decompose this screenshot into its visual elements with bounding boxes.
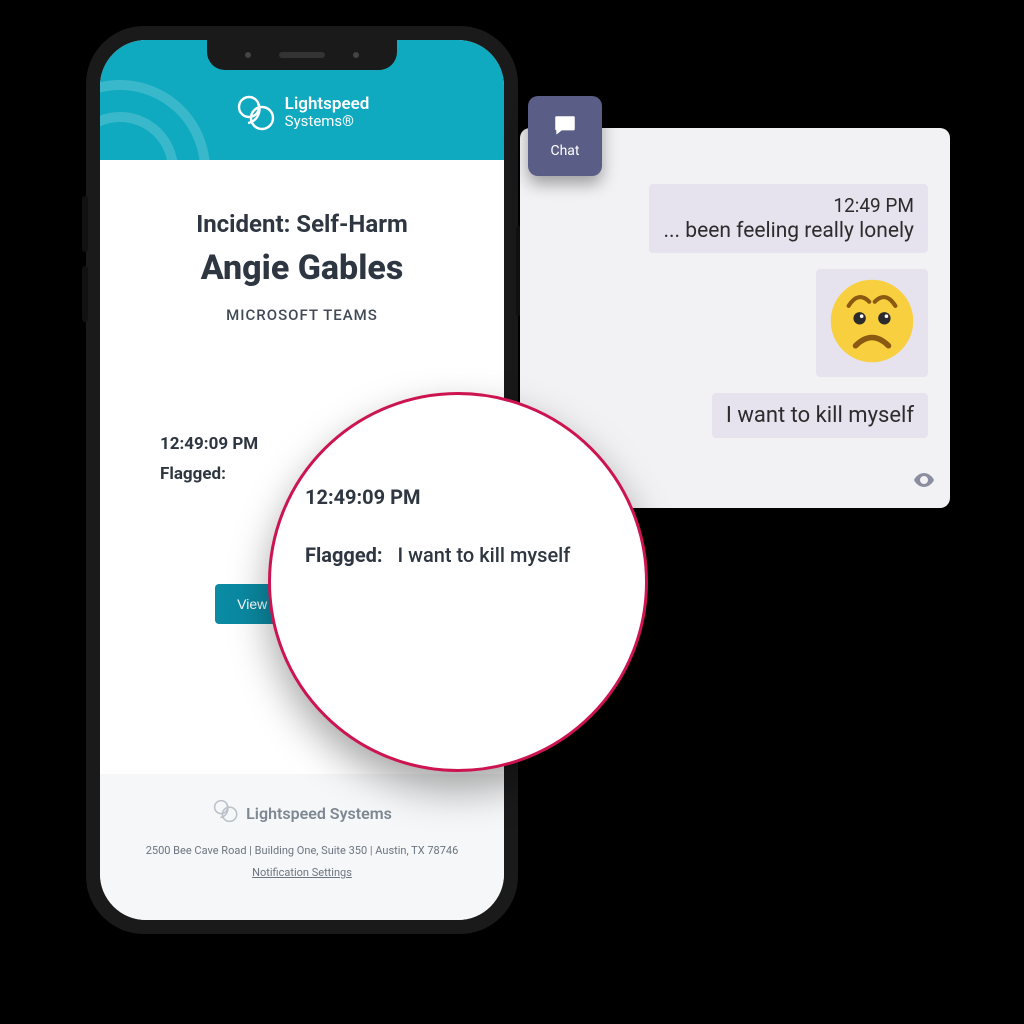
lightspeed-logo-icon [212, 798, 238, 828]
footer-brand: Lightspeed Systems [120, 798, 484, 828]
magnifier-message: I want to kill myself [397, 543, 570, 567]
brand-logo: Lightspeed Systems® [235, 93, 370, 133]
seen-icon [912, 468, 936, 496]
magnifier-callout: 12:49:09 PM Flagged: I want to kill myse… [268, 392, 648, 772]
volume-up-button[interactable] [82, 196, 88, 252]
incident-label: Incident: Self-Harm [130, 210, 474, 238]
chat-message: 12:49 PM ... been feeling really lonely [649, 184, 928, 253]
chat-message-emoji [816, 269, 928, 377]
magnifier-flagged: Flagged: I want to kill myself [305, 543, 611, 567]
volume-down-button[interactable] [82, 266, 88, 322]
chat-message-text: I want to kill myself [726, 403, 914, 428]
incident-name: Angie Gables [130, 248, 474, 288]
header-decoration [100, 80, 210, 160]
phone-notch [207, 40, 397, 70]
chat-badge[interactable]: Chat [528, 96, 602, 176]
lightspeed-logo-icon [235, 93, 275, 133]
chat-badge-label: Chat [550, 143, 579, 159]
footer-brand-text: Lightspeed Systems [246, 804, 392, 823]
chat-message-text: ... been feeling really lonely [663, 219, 914, 243]
brand-line2: Systems® [285, 114, 370, 130]
footer: Lightspeed Systems 2500 Bee Cave Road | … [100, 774, 504, 920]
magnifier-flagged-label: Flagged: [305, 543, 383, 567]
chat-message-time: 12:49 PM [663, 194, 914, 217]
worried-face-icon [828, 350, 916, 369]
footer-address: 2500 Bee Cave Road | Building One, Suite… [120, 844, 484, 857]
chat-icon [551, 113, 579, 139]
incident-source: MICROSOFT TEAMS [130, 306, 474, 324]
notification-settings-link[interactable]: Notification Settings [252, 866, 352, 879]
magnifier-time: 12:49:09 PM [305, 485, 611, 509]
chat-message: I want to kill myself [712, 393, 928, 438]
